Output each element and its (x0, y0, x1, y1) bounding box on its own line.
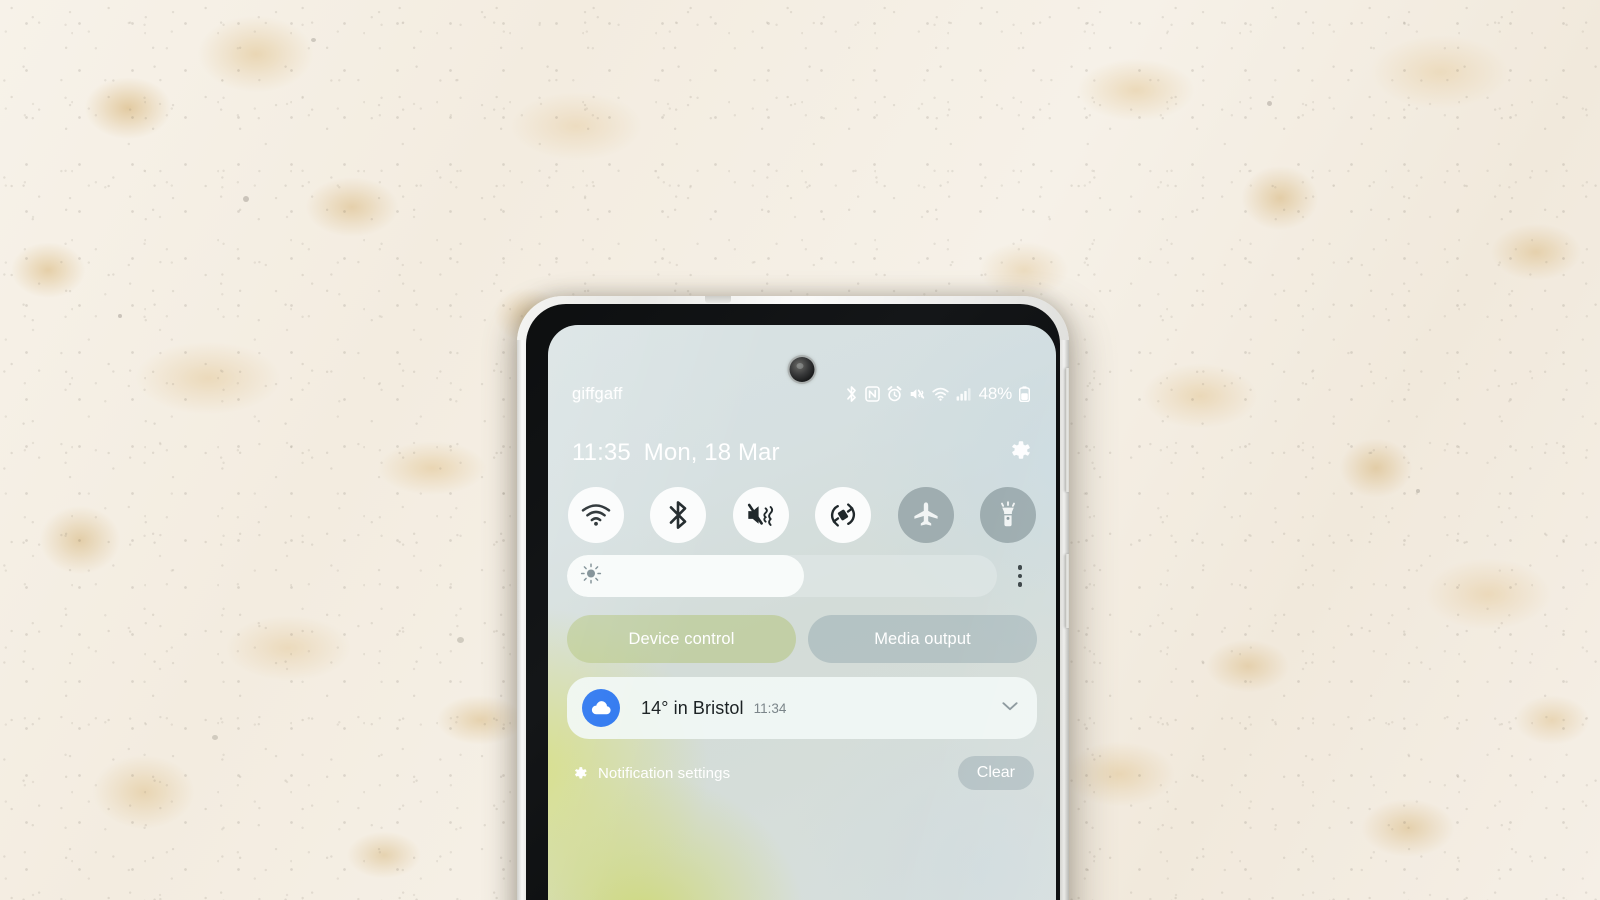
notification-settings-gear-icon[interactable] (571, 765, 588, 782)
toggle-auto-rotate[interactable] (815, 487, 872, 543)
wall-speck (118, 314, 122, 318)
weather-cloud-icon (582, 689, 620, 727)
wall-speck (311, 38, 316, 42)
clear-button[interactable]: Clear (957, 756, 1034, 790)
brightness-row (567, 555, 1037, 597)
left-frame-edge (517, 340, 526, 900)
bluetooth-icon (670, 501, 687, 529)
notification-footer: Notification settings Clear (548, 751, 1056, 795)
volume-rocker-button[interactable] (1065, 368, 1069, 492)
battery-percent-label: 48% (978, 384, 1013, 403)
notification-title: 14° in Bristol (641, 697, 744, 718)
auto-rotate-icon (831, 503, 856, 527)
brightness-more-options-kebab-icon[interactable] (1003, 555, 1037, 597)
screen-bezel: giffgaff 48% 11:35 Mon, 18 Mar Device co… (526, 304, 1060, 900)
flashlight-icon (1001, 501, 1015, 527)
date-label[interactable]: Mon, 18 Mar (644, 439, 780, 467)
wall-speck (212, 735, 218, 740)
mute-vibrate-icon (910, 389, 924, 399)
antenna-seam (705, 296, 731, 303)
system-icons-group: 48% (845, 384, 1030, 404)
quick-toggle-row (568, 485, 1036, 545)
screen-glass-reflection (548, 325, 1056, 900)
battery-icon (1019, 386, 1030, 402)
status-bar: giffgaff 48% (548, 381, 1056, 407)
cellular-signal-icon (956, 388, 971, 401)
carrier-label: giffgaff (572, 384, 623, 403)
wall-speck (243, 196, 249, 202)
alarm-icon (887, 386, 901, 402)
nfc-icon (864, 386, 880, 402)
device-control-button[interactable]: Device control (567, 615, 796, 663)
smartphone-device: giffgaff 48% 11:35 Mon, 18 Mar Device co… (517, 296, 1069, 900)
toggle-flashlight[interactable] (979, 487, 1036, 543)
media-button-row: Device control Media output (567, 615, 1037, 663)
vibrate-icon (747, 503, 773, 526)
settings-gear-icon[interactable] (1006, 438, 1032, 469)
wall-speck (1416, 489, 1420, 493)
brightness-slider[interactable] (567, 555, 997, 597)
wall-speck (1267, 101, 1272, 106)
clock-label[interactable]: 11:35 (572, 439, 631, 467)
toggle-airplane-mode[interactable] (897, 487, 954, 543)
wifi-icon (931, 387, 949, 401)
brightness-sun-icon (580, 563, 602, 590)
wifi-icon (581, 504, 611, 526)
bluetooth-icon (846, 386, 856, 402)
media-output-button[interactable]: Media output (808, 615, 1037, 663)
brightness-slider-fill (567, 555, 804, 597)
wall-speck (457, 637, 464, 643)
notification-card[interactable]: 14° in Bristol 11:34 (567, 677, 1037, 739)
notification-time: 11:34 (753, 700, 787, 716)
quick-settings-header: 11:35 Mon, 18 Mar (548, 433, 1056, 473)
power-button[interactable] (1065, 554, 1069, 628)
notification-settings-label[interactable]: Notification settings (598, 765, 730, 782)
toggle-bluetooth[interactable] (650, 487, 707, 543)
airplane-icon (913, 502, 938, 526)
punch-hole-camera-icon (789, 357, 815, 382)
toggle-sound-mode[interactable] (732, 487, 789, 543)
toggle-wifi[interactable] (568, 487, 624, 543)
chevron-down-icon[interactable] (999, 695, 1021, 722)
phone-screen: giffgaff 48% 11:35 Mon, 18 Mar Device co… (548, 325, 1056, 900)
